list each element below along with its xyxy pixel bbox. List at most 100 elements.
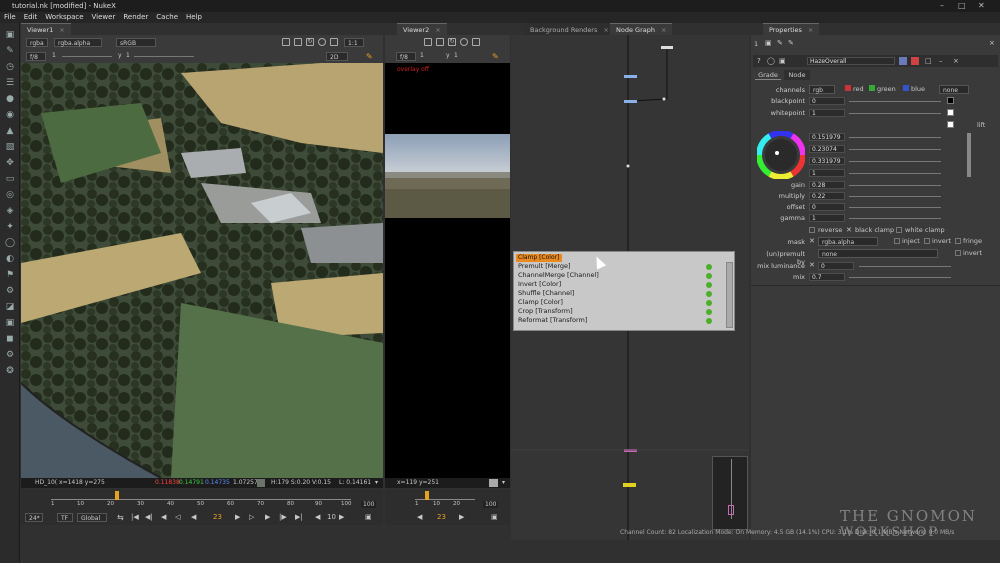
zoom-icon[interactable] — [424, 38, 432, 46]
minimize-icon[interactable]: – — [939, 57, 943, 65]
prev-frame-icon[interactable]: ◁ — [175, 513, 180, 521]
chevron-down-icon[interactable]: ▾ — [502, 478, 505, 488]
gear-icon[interactable]: ⚙ — [4, 349, 16, 361]
lift-swatch[interactable] — [947, 121, 954, 128]
float-icon[interactable]: □ — [925, 57, 932, 65]
current-frame-field[interactable]: 23 — [437, 513, 446, 521]
menu-help[interactable]: Help — [186, 12, 202, 23]
blue-checkbox[interactable] — [903, 85, 909, 91]
help-icon[interactable]: ? — [757, 57, 761, 65]
viewer1-colorspace-select[interactable]: sRGB — [116, 38, 156, 47]
mix-field[interactable]: 0.7 — [809, 273, 845, 281]
close-icon[interactable]: × — [989, 39, 995, 47]
tab-background-renders[interactable]: Background Renders × — [524, 23, 615, 35]
timeline-playhead[interactable] — [425, 491, 429, 500]
lock-icon[interactable]: ▣ — [765, 39, 772, 47]
close-icon[interactable]: × — [59, 26, 64, 34]
node-color-swatch[interactable] — [899, 57, 907, 65]
close-icon[interactable]: × — [435, 26, 440, 34]
step-back-icon[interactable]: ◀ — [191, 513, 196, 521]
alpha-channel-select[interactable]: none — [939, 85, 969, 94]
roi-icon[interactable] — [436, 38, 444, 46]
color-g-slider[interactable] — [849, 145, 941, 153]
next-keyframe-icon[interactable]: |▶ — [279, 513, 287, 521]
toolsets-icon[interactable]: ◯ — [4, 237, 16, 249]
filter-icon[interactable]: ◉ — [4, 109, 16, 121]
menu-scrollbar[interactable] — [726, 262, 733, 328]
node-dot[interactable] — [662, 97, 666, 101]
mixlum-slider[interactable] — [859, 262, 951, 270]
invert2-checkbox[interactable] — [955, 250, 961, 256]
whitepoint-slider[interactable] — [849, 109, 941, 117]
node-dot[interactable] — [624, 75, 637, 78]
menu-cache[interactable]: Cache — [156, 12, 178, 23]
furnace-icon[interactable]: ⚙ — [4, 285, 16, 297]
gamma-field[interactable]: 1 — [809, 214, 845, 222]
viewer1-mode-select[interactable]: 2D — [326, 52, 348, 61]
viewer1-image[interactable] — [21, 63, 383, 478]
settings-icon[interactable]: ❂ — [4, 365, 16, 377]
node-dot[interactable] — [626, 164, 630, 168]
color-g-field[interactable]: 0.23074 — [809, 145, 845, 153]
keyer-icon[interactable]: ▲ — [4, 125, 16, 137]
prev-frame-icon[interactable]: ◀ — [417, 513, 422, 521]
timeline-end-field[interactable]: 100 — [361, 501, 377, 508]
whitepoint-swatch[interactable] — [947, 109, 954, 116]
color-icon[interactable]: ● — [4, 93, 16, 105]
plugin-icon[interactable]: ◼ — [4, 333, 16, 345]
blackpoint-swatch[interactable] — [947, 97, 954, 104]
proxy-icon[interactable] — [472, 38, 480, 46]
pin-icon[interactable]: ✎ — [777, 39, 783, 47]
refresh-icon[interactable]: ↻ — [448, 38, 456, 46]
time-icon[interactable]: ◷ — [4, 61, 16, 73]
draw-icon[interactable]: ✎ — [4, 45, 16, 57]
fps-select[interactable]: 24* — [25, 513, 43, 522]
zoom-icon[interactable] — [282, 38, 290, 46]
viewer1-alpha-select[interactable]: rgba.alpha — [54, 38, 102, 47]
minimap-viewport[interactable] — [728, 505, 734, 515]
color-a-slider[interactable] — [849, 169, 941, 177]
skip-field[interactable]: 10 — [327, 513, 336, 521]
paint-icon[interactable]: ✎ — [492, 52, 499, 61]
inject-checkbox[interactable] — [894, 238, 900, 244]
tf-select[interactable]: TF — [57, 513, 73, 522]
node-dot[interactable] — [624, 100, 637, 103]
color-r-field[interactable]: 0.151979 — [809, 133, 845, 141]
mix-slider[interactable] — [849, 273, 951, 281]
next-frame-icon[interactable]: ▶ — [459, 513, 464, 521]
image-icon[interactable]: ▣ — [4, 29, 16, 41]
skip-forward-icon[interactable]: ▶ — [339, 513, 344, 521]
prev-keyframe-icon[interactable]: ◀| — [145, 513, 153, 521]
viewer1-gain-slider[interactable] — [62, 52, 112, 60]
close-icon[interactable]: × — [808, 26, 813, 34]
skip-back-icon[interactable]: ◀ — [315, 513, 320, 521]
next-frame-icon[interactable]: ▶ — [235, 513, 240, 521]
tab-properties[interactable]: Properties × — [763, 23, 820, 35]
color-b-slider[interactable] — [849, 157, 941, 165]
node-tile-color[interactable] — [911, 57, 919, 65]
menu-workspace[interactable]: Workspace — [45, 12, 83, 23]
unpremult-select[interactable]: none — [818, 249, 938, 258]
loop-icon[interactable]: ⇆ — [117, 513, 124, 522]
menu-file[interactable]: File — [4, 12, 16, 23]
blackpoint-slider[interactable] — [849, 97, 941, 105]
cara-icon[interactable]: ▣ — [4, 317, 16, 329]
whitepoint-field[interactable]: 1 — [809, 109, 845, 117]
lock-icon[interactable]: ▣ — [365, 513, 372, 521]
red-checkbox[interactable] — [845, 85, 851, 91]
current-frame-field[interactable]: 23 — [213, 513, 222, 521]
menu-item[interactable]: ChannelMerge [Channel] — [518, 271, 599, 280]
value-slider[interactable] — [967, 133, 971, 177]
node-dot[interactable] — [623, 483, 636, 487]
properties-count[interactable]: 1 — [754, 40, 758, 48]
multiply-slider[interactable] — [849, 192, 941, 200]
green-checkbox[interactable] — [869, 85, 875, 91]
tab-menu-search-field[interactable]: Clamp [Color] — [516, 254, 562, 262]
offset-slider[interactable] — [849, 203, 941, 211]
node-graph-minimap[interactable] — [712, 456, 748, 530]
lock-icon[interactable]: ▣ — [491, 513, 498, 521]
menu-item[interactable]: Shuffle [Channel] — [518, 289, 574, 298]
step-forward-icon[interactable]: ▶ — [265, 513, 270, 521]
paint-icon[interactable]: ✎ — [366, 52, 373, 61]
pause-icon[interactable] — [318, 38, 326, 46]
